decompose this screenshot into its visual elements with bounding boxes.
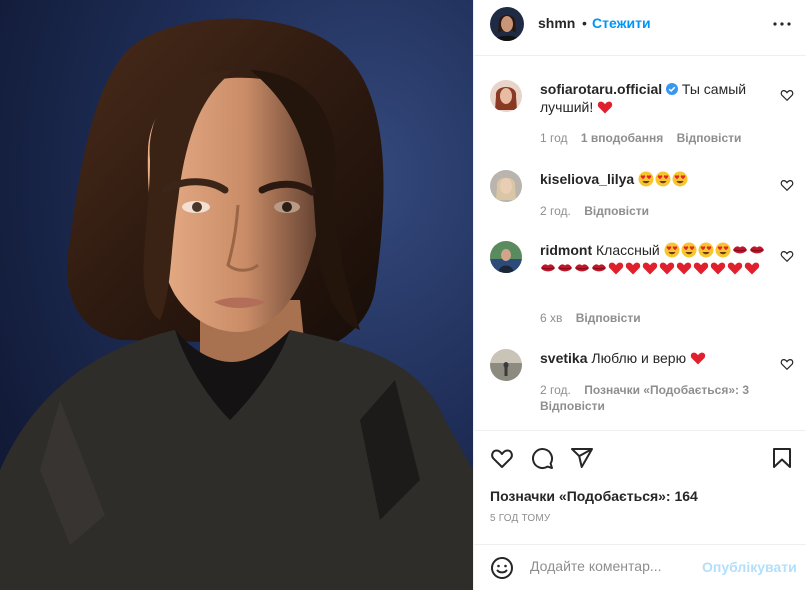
comment-text: ridmont Классный (540, 241, 772, 277)
comment-time: 6 хв (540, 311, 563, 325)
heart-eyes-emoji-icon (698, 242, 714, 258)
reply-button[interactable]: Відповісти (576, 311, 641, 325)
comment-text: svetika Люблю и верю (540, 349, 772, 367)
heart-eyes-emoji-icon (655, 171, 671, 187)
heart-eyes-emoji-icon (638, 171, 654, 187)
commenter-avatar[interactable] (490, 80, 522, 112)
author-avatar[interactable] (490, 7, 524, 41)
heart-eyes-emoji-icon (672, 171, 688, 187)
comment-like-icon[interactable] (780, 357, 794, 371)
post-header: shmn • Стежити (474, 0, 806, 56)
kiss-lips-emoji-icon (558, 264, 572, 272)
commenter-avatar[interactable] (490, 170, 522, 202)
comment-username[interactable]: kiseliova_lilya (540, 171, 634, 187)
author-username[interactable]: shmn (538, 15, 575, 31)
portrait-image (0, 0, 473, 590)
publish-button[interactable]: Опублікувати (702, 559, 797, 575)
red-heart-emoji-icon (659, 262, 675, 275)
kiss-lips-emoji-icon (749, 246, 764, 254)
separator-dot: • (582, 15, 587, 31)
comment-time: 1 год (540, 131, 568, 145)
red-heart-emoji-icon (642, 262, 658, 275)
post-timestamp[interactable]: 5 год тому (490, 513, 550, 524)
kiss-lips-emoji-icon (541, 264, 555, 272)
kiss-lips-emoji-icon (575, 264, 589, 272)
comment-meta: 2 год. Відповісти (540, 203, 770, 219)
comment-icon[interactable] (530, 446, 554, 470)
comment-text: sofiarotaru.official Ты самый лучший! (540, 80, 772, 116)
comment-likes[interactable]: Позначки «Подобається»: 3 (584, 383, 749, 397)
post-actions: Позначки «Подобається»: 164 5 год тому (474, 430, 806, 558)
red-heart-emoji-icon (693, 262, 709, 275)
post-side-panel: shmn • Стежити sofiarotaru.official Ты с… (473, 0, 806, 590)
heart-eyes-emoji-icon (715, 242, 731, 258)
heart-icon[interactable] (490, 446, 514, 470)
comment-body: Люблю и верю (591, 350, 687, 366)
comment-username[interactable]: sofiarotaru.official (540, 81, 662, 97)
red-heart-emoji-icon (744, 262, 760, 275)
comment-meta: 1 год 1 вподобання Відповісти (540, 130, 770, 146)
likes-count[interactable]: Позначки «Подобається»: 164 (490, 488, 698, 504)
red-heart-emoji-icon (625, 262, 641, 275)
red-heart-emoji-icon (597, 101, 613, 114)
kiss-lips-emoji-icon (592, 264, 606, 272)
red-heart-emoji-icon (690, 352, 706, 365)
comment-text: kiseliova_lilya (540, 170, 772, 188)
red-heart-emoji-icon (710, 262, 726, 275)
more-options-icon[interactable] (770, 12, 794, 36)
commenter-avatar[interactable] (490, 349, 522, 381)
reply-button[interactable]: Відповісти (677, 131, 742, 145)
comment-time: 2 год. (540, 383, 571, 397)
heart-eyes-emoji-icon (681, 242, 697, 258)
bookmark-icon[interactable] (770, 446, 794, 470)
comment-meta: 2 год. Позначки «Подобається»: 3 Відпові… (540, 382, 770, 414)
comment-likes[interactable]: 1 вподобання (581, 131, 663, 145)
follow-button[interactable]: Стежити (592, 15, 651, 31)
emoji-picker-icon[interactable] (490, 556, 514, 580)
comment-like-icon[interactable] (780, 178, 794, 192)
kiss-lips-emoji-icon (732, 246, 747, 254)
comment-time: 2 год. (540, 204, 571, 218)
comment-meta: 6 хв Відповісти (540, 310, 770, 326)
red-heart-emoji-icon (727, 262, 743, 275)
reply-button[interactable]: Відповісти (584, 204, 649, 218)
comment-body: Классный (596, 242, 660, 258)
comment-input[interactable] (530, 558, 710, 574)
reply-button[interactable]: Відповісти (540, 399, 605, 413)
instagram-post: shmn • Стежити sofiarotaru.official Ты с… (0, 0, 806, 590)
add-comment-bar: Опублікувати (474, 544, 806, 590)
heart-eyes-emoji-icon (664, 242, 680, 258)
comment-username[interactable]: ridmont (540, 242, 592, 258)
post-photo[interactable] (0, 0, 473, 590)
red-heart-emoji-icon (608, 262, 624, 275)
verified-badge-icon (666, 83, 679, 95)
commenter-avatar[interactable] (490, 241, 522, 273)
comment-like-icon[interactable] (780, 88, 794, 102)
red-heart-emoji-icon (676, 262, 692, 275)
comment-like-icon[interactable] (780, 249, 794, 263)
comment-username[interactable]: svetika (540, 350, 587, 366)
share-icon[interactable] (570, 446, 594, 470)
